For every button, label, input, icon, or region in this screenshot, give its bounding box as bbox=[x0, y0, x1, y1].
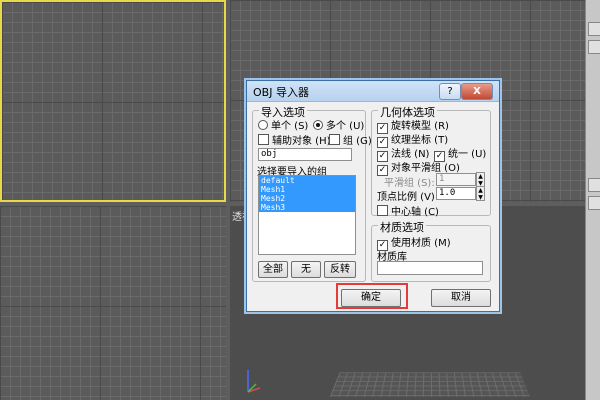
single-label: 单个 (S) bbox=[271, 121, 309, 132]
axis-gizmo-icon bbox=[247, 370, 261, 393]
group-search-input[interactable]: obj bbox=[258, 148, 352, 161]
select-none-button[interactable]: 无 bbox=[291, 261, 321, 278]
checkbox-icon bbox=[377, 205, 388, 216]
panel-control[interactable] bbox=[588, 178, 600, 192]
checkbox-icon bbox=[329, 134, 340, 145]
groups-listbox[interactable]: default Mesh1 Mesh2 Mesh3 bbox=[258, 175, 356, 255]
invert-selection-button[interactable]: 反转 bbox=[324, 261, 356, 278]
smooth-groups-input[interactable]: 1 bbox=[436, 173, 476, 186]
perspective-grid bbox=[329, 372, 531, 397]
viewport-bottom-left[interactable] bbox=[0, 206, 226, 400]
dialog-titlebar[interactable]: OBJ 导入器 ? X bbox=[247, 81, 499, 102]
radio-selected-icon bbox=[313, 120, 323, 130]
group-list-item[interactable]: Mesh3 bbox=[259, 203, 355, 212]
import-options-group: 导入选项 单个 (S) 多个 (U) 辅助对象 (H) 组 (G) obj 选择… bbox=[252, 104, 372, 282]
vertex-scale-label: 顶点比例 (V): bbox=[377, 192, 439, 203]
ok-button-highlight bbox=[336, 283, 408, 309]
panel-control[interactable] bbox=[588, 196, 600, 210]
single-radio[interactable]: 单个 (S) bbox=[258, 117, 308, 132]
select-all-button[interactable]: 全部 bbox=[258, 261, 288, 278]
group-list-item[interactable]: default bbox=[259, 176, 355, 185]
center-pivot-label: 中心轴 (C) bbox=[391, 207, 439, 218]
group-list-item[interactable]: Mesh1 bbox=[259, 185, 355, 194]
command-panel bbox=[585, 0, 600, 400]
group-checkbox[interactable]: 组 (G) bbox=[329, 132, 372, 147]
viewport-top-left[interactable] bbox=[0, 0, 226, 202]
obj-importer-dialog: OBJ 导入器 ? X 导入选项 单个 (S) 多个 (U) 辅助对象 (H) … bbox=[246, 80, 500, 312]
close-button[interactable]: X bbox=[461, 83, 493, 100]
multiple-radio[interactable]: 多个 (U) bbox=[313, 117, 364, 132]
help-button[interactable]: ? bbox=[439, 83, 461, 100]
material-options-legend: 材质选项 bbox=[378, 219, 426, 235]
helper-checkbox[interactable]: 辅助对象 (H) bbox=[258, 132, 331, 147]
material-options-group: 材质选项 ✓ 使用材质 (M) 材质库 bbox=[371, 219, 491, 282]
smooth-groups-spinner[interactable]: ▲ ▼ bbox=[476, 172, 485, 187]
cancel-button[interactable]: 取消 bbox=[431, 289, 491, 307]
smooth-groups-label: 平滑组 (S): bbox=[384, 178, 435, 189]
multiple-label: 多个 (U) bbox=[326, 121, 365, 132]
panel-control[interactable] bbox=[588, 22, 600, 36]
geometry-options-group: 几何体选项 ✓ 旋转模型 (R) ✓ 纹理坐标 (T) ✓ 法线 (N) ✓ 统一 (U… bbox=[371, 104, 491, 218]
helper-label: 辅助对象 (H) bbox=[272, 136, 331, 147]
material-library-input[interactable] bbox=[377, 261, 483, 275]
vertex-scale-input[interactable]: 1.0 bbox=[436, 187, 476, 200]
checkbox-icon bbox=[258, 134, 269, 145]
panel-control[interactable] bbox=[588, 40, 600, 54]
radio-icon bbox=[258, 120, 268, 130]
vertex-scale-spinner[interactable]: ▲ ▼ bbox=[476, 186, 485, 201]
dialog-title: OBJ 导入器 bbox=[253, 86, 309, 99]
center-pivot-checkbox[interactable]: 中心轴 (C) bbox=[377, 203, 439, 218]
group-list-item[interactable]: Mesh2 bbox=[259, 194, 355, 203]
group-label: 组 (G) bbox=[343, 136, 372, 147]
